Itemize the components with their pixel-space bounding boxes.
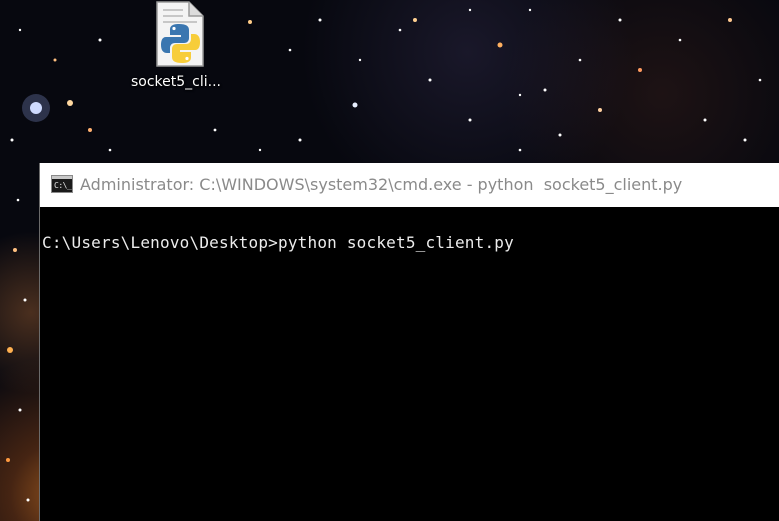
desktop-file-shortcut[interactable]: socket5_cli... bbox=[120, 0, 240, 100]
console-output[interactable]: C:\Users\Lenovo\Desktop>python socket5_c… bbox=[40, 207, 779, 521]
python-file-icon bbox=[156, 1, 204, 67]
cmd-icon[interactable]: C:\_ bbox=[51, 175, 73, 193]
title-bar[interactable]: C:\_ Administrator: C:\WINDOWS\system32\… bbox=[40, 163, 779, 207]
window-title: Administrator: C:\WINDOWS\system32\cmd.e… bbox=[80, 175, 683, 194]
cmd-icon-titlebar bbox=[52, 176, 72, 179]
console-line: C:\Users\Lenovo\Desktop>python socket5_c… bbox=[42, 233, 514, 252]
cmd-window[interactable]: C:\_ Administrator: C:\WINDOWS\system32\… bbox=[39, 163, 779, 521]
cmd-icon-prompt: C:\_ bbox=[54, 181, 72, 190]
desktop-icon-label: socket5_cli... bbox=[130, 74, 221, 90]
